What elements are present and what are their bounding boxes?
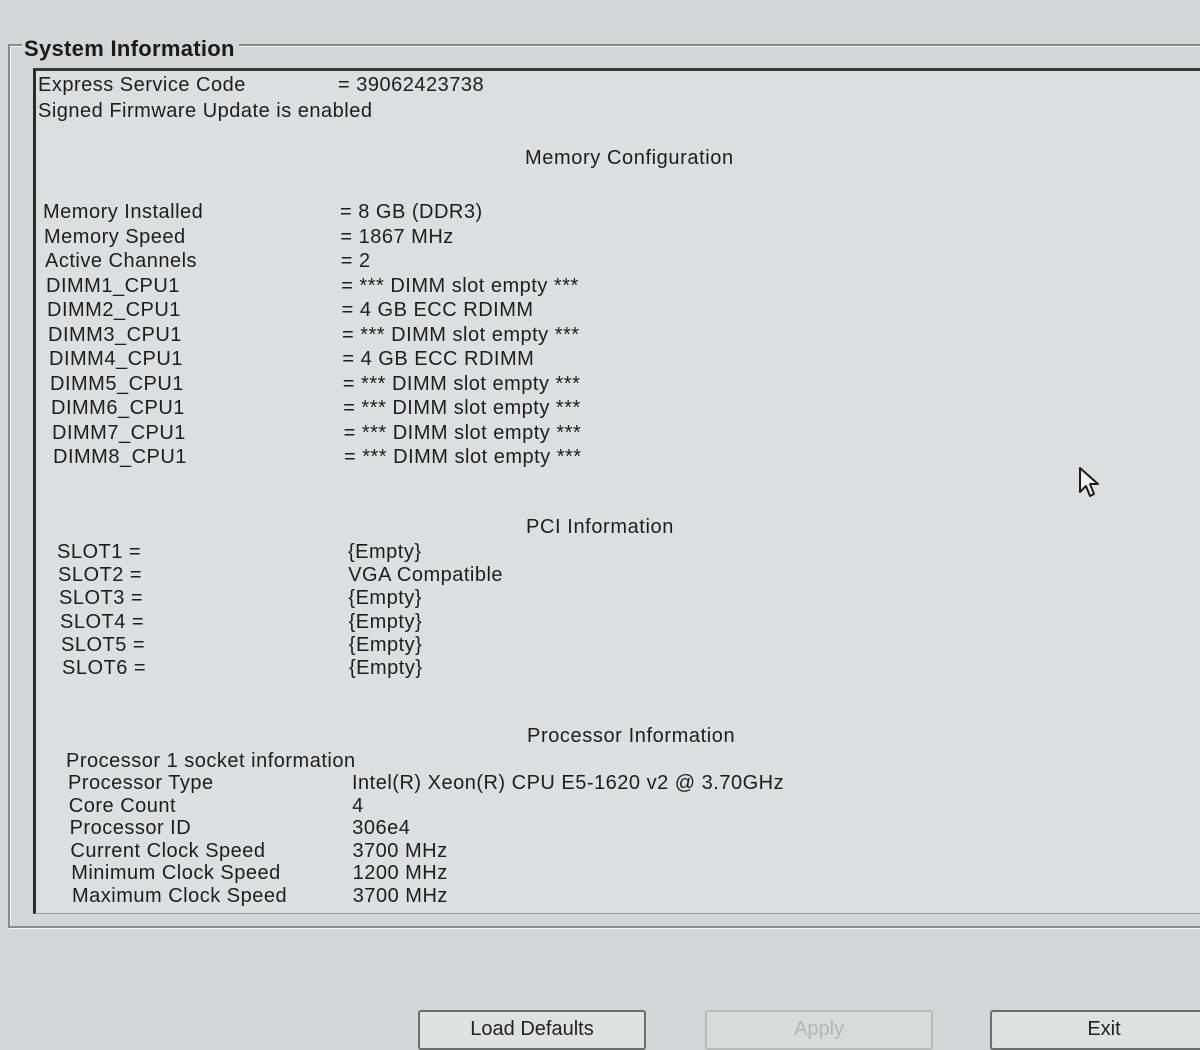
apply-button[interactable]: Apply (705, 1010, 933, 1050)
memory-row-label: DIMM3_CPU1 (48, 323, 182, 346)
mouse-pointer-icon (1079, 467, 1099, 497)
firmware-status: Signed Firmware Update is enabled (38, 100, 373, 122)
processor-socket-label: Processor 1 socket information (66, 750, 356, 772)
processor-information-heading: Processor Information (527, 725, 736, 747)
memory-row-label: DIMM6_CPU1 (51, 397, 185, 419)
load-defaults-button[interactable]: Load Defaults (418, 1010, 646, 1050)
memory-row-label: DIMM1_CPU1 (46, 274, 180, 297)
memory-row-value: = *** DIMM slot empty *** (343, 421, 582, 444)
pci-slot-row-value: {Empty} (348, 541, 422, 563)
memory-row-value: = *** DIMM slot empty *** (343, 397, 581, 419)
memory-row-value: = 2 (340, 250, 371, 272)
pci-slot-row-label: SLOT4 = (60, 610, 145, 633)
express-service-code-value: = 39062423738 (338, 74, 485, 96)
processor-row-label: Maximum Clock Speed (72, 885, 288, 907)
memory-row-value: = *** DIMM slot empty *** (341, 274, 579, 297)
pci-slot-row-value: {Empty} (348, 633, 423, 656)
pci-slot-row-value: {Empty} (348, 610, 423, 633)
pci-slot-row-label: SLOT5 = (61, 633, 146, 656)
processor-row-label: Processor ID (69, 817, 192, 840)
memory-row-label: Active Channels (45, 250, 198, 272)
memory-row-value: = 4 GB ECC RDIMM (341, 299, 534, 321)
pci-slot-row-label: SLOT3 = (59, 587, 144, 610)
memory-row-value: = 8 GB (DDR3) (340, 201, 483, 223)
processor-row-value: Intel(R) Xeon(R) CPU E5-1620 v2 @ 3.70GH… (352, 772, 785, 794)
memory-row-label: DIMM2_CPU1 (47, 299, 181, 321)
processor-row-value: 306e4 (352, 817, 411, 840)
memory-configuration-heading: Memory Configuration (525, 147, 734, 169)
exit-button[interactable]: Exit (990, 1010, 1200, 1050)
memory-row-label: Memory Speed (44, 225, 186, 248)
pci-slot-row-label: SLOT1 = (57, 541, 142, 563)
processor-row-value: 4 (352, 794, 364, 817)
processor-row-value: 1200 MHz (352, 862, 448, 885)
pci-slot-row-value: {Empty} (348, 587, 422, 610)
memory-row-label: DIMM8_CPU1 (53, 446, 187, 468)
processor-row-label: Minimum Clock Speed (71, 862, 281, 885)
pci-slot-row-value: VGA Compatible (348, 564, 504, 587)
processor-row-label: Processor Type (68, 772, 214, 794)
processor-row-label: Core Count (68, 794, 177, 817)
memory-row-value: = 1867 MHz (340, 225, 454, 248)
button-bar: Load Defaults Apply Exit (0, 1010, 1200, 1050)
memory-row-value: = *** DIMM slot empty *** (342, 372, 581, 395)
memory-row-label: DIMM4_CPU1 (49, 348, 183, 370)
processor-row-value: 3700 MHz (352, 839, 448, 862)
processor-row-label: Current Clock Speed (70, 839, 266, 862)
page-title: System Information (22, 36, 239, 62)
memory-row-label: DIMM5_CPU1 (50, 372, 184, 395)
memory-row-label: DIMM7_CPU1 (52, 421, 186, 444)
pci-slot-row-value: {Empty} (349, 657, 423, 679)
memory-row-value: = *** DIMM slot empty *** (342, 323, 580, 346)
express-service-code-label: Express Service Code (38, 74, 246, 96)
memory-row-label: Memory Installed (43, 201, 204, 223)
pci-information-heading: PCI Information (526, 516, 674, 538)
memory-row-value: = 4 GB ECC RDIMM (342, 348, 535, 370)
processor-row-value: 3700 MHz (352, 885, 448, 907)
memory-row-value: = *** DIMM slot empty *** (344, 446, 582, 468)
pci-slot-row-label: SLOT2 = (58, 564, 143, 587)
pci-slot-row-label: SLOT6 = (62, 657, 147, 679)
